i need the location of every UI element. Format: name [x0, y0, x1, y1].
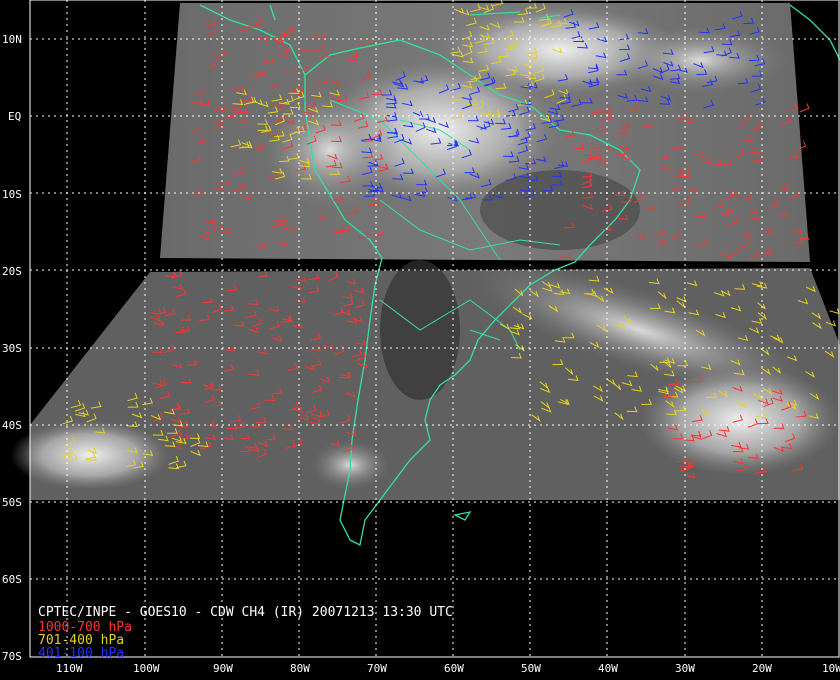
lat-label-50s: 50S [2, 496, 22, 509]
africa-edge [789, 4, 840, 61]
lon-label-30w: 30W [675, 662, 695, 675]
lon-label-70w: 70W [367, 662, 387, 675]
lon-label-40w: 40W [598, 662, 618, 675]
lat-label-20s: 20S [2, 265, 22, 278]
satellite-wind-map: 10N EQ 10S 20S 30S 40S 50S 60S 70S 110W … [2, 0, 840, 675]
falklands-coast [453, 511, 472, 521]
lat-label-10s: 10S [2, 188, 22, 201]
lat-label-60s: 60S [2, 573, 22, 586]
lat-label-70s: 70S [2, 650, 22, 663]
lon-label-100w: 100W [133, 662, 160, 675]
lon-label-50w: 50W [521, 662, 541, 675]
lon-label-80w: 80W [290, 662, 310, 675]
lon-label-60w: 60W [444, 662, 464, 675]
lon-label-20w: 20W [752, 662, 772, 675]
lat-label-40s: 40S [2, 419, 22, 432]
lon-label-110w: 110W [56, 662, 83, 675]
lat-label-30s: 30S [2, 342, 22, 355]
product-title: CPTEC/INPE - GOES10 - CDW CH4 (IR) 20071… [38, 605, 453, 620]
lon-label-90w: 90W [213, 662, 233, 675]
longitude-labels: 110W 100W 90W 80W 70W 60W 50W 40W 30W 20… [56, 662, 840, 675]
lat-label-eq: EQ [8, 110, 21, 123]
lat-label-10n: 10N [2, 33, 22, 46]
legend-high-level: 401-100 hPa [38, 646, 125, 661]
wind-barb [799, 103, 810, 113]
wind-barb [829, 308, 840, 315]
latitude-labels: 10N EQ 10S 20S 30S 40S 50S 60S 70S [2, 33, 22, 663]
lon-label-10w: 10W [822, 662, 840, 675]
